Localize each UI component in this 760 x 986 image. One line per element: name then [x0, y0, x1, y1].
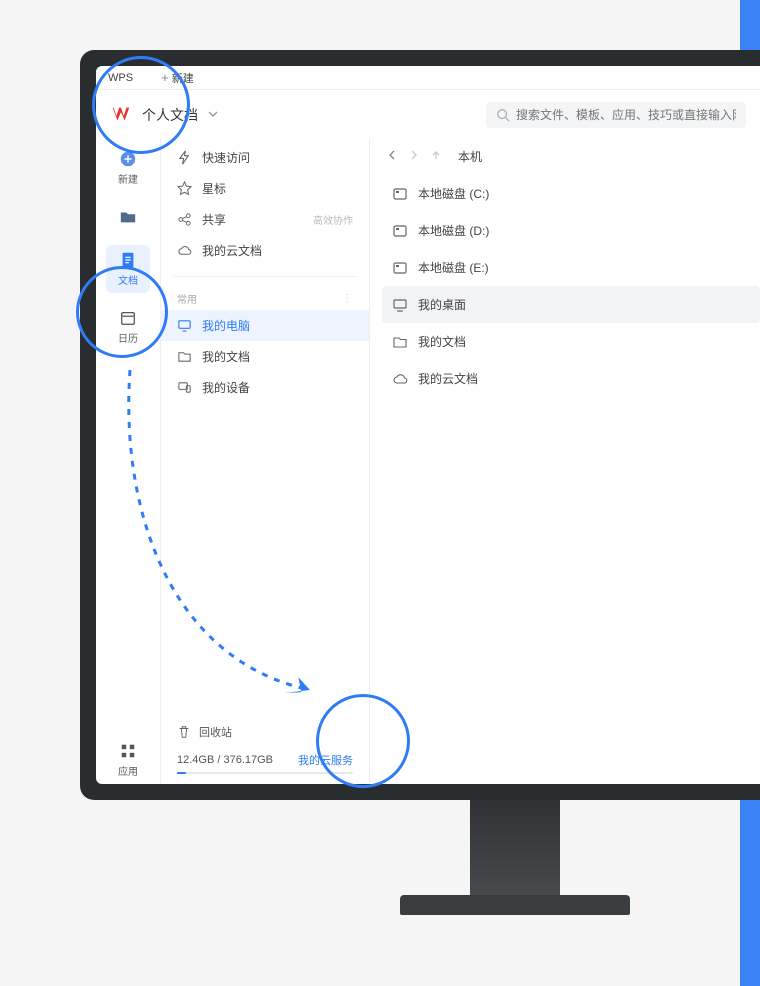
rail-open[interactable]	[106, 202, 150, 235]
file-disk-e[interactable]: 本地磁盘 (E:)	[382, 249, 760, 286]
titlebar: 个人文档	[96, 90, 760, 138]
sidebar-item-label: 共享	[202, 211, 226, 228]
storage-row: 12.4GB / 376.17GB 我的云服务	[177, 746, 353, 768]
file-label: 本地磁盘 (E:)	[418, 259, 489, 276]
main-columns: 新建 文档 日历 应用	[96, 138, 760, 784]
nav-back-icon[interactable]	[386, 149, 398, 164]
cloud-icon	[392, 371, 408, 387]
sidebar-item-label: 星标	[202, 180, 226, 197]
tab-new[interactable]: + 新建	[161, 70, 194, 86]
sidebar-recycle[interactable]: 回收站	[177, 718, 353, 746]
rail-apps-label: 应用	[118, 763, 138, 778]
sidebar-footer: 回收站 12.4GB / 376.17GB 我的云服务	[161, 718, 369, 784]
apps-icon	[119, 742, 137, 760]
sidebar-item-label: 我的设备	[202, 379, 250, 396]
storage-text: 12.4GB / 376.17GB	[177, 754, 273, 766]
rail-new-label: 新建	[118, 171, 138, 186]
sidebar-my-docs[interactable]: 我的文档	[161, 341, 369, 372]
file-label: 本地磁盘 (D:)	[418, 222, 489, 239]
rail-doc[interactable]: 文档	[106, 245, 150, 293]
search-input[interactable]	[516, 108, 736, 122]
share-icon	[177, 212, 192, 227]
folder-icon	[392, 334, 408, 350]
sidebar-item-label: 我的文档	[202, 348, 250, 365]
folder-doc-icon	[177, 349, 192, 364]
chevron-down-icon[interactable]	[208, 106, 218, 124]
monitor-base	[400, 895, 630, 915]
disk-icon	[392, 223, 408, 239]
rail-calendar-label: 日历	[118, 330, 138, 345]
sidebar-share[interactable]: 共享 高效协作	[161, 204, 369, 235]
folder-icon	[119, 208, 137, 226]
star-icon	[177, 181, 192, 196]
sidebar-share-tag: 高效协作	[313, 212, 353, 227]
file-docs[interactable]: 我的文档	[382, 323, 760, 360]
breadcrumb[interactable]: 本机	[458, 148, 482, 165]
calendar-icon	[119, 309, 137, 327]
nav-up-icon[interactable]	[430, 149, 442, 164]
file-label: 我的云文档	[418, 370, 478, 387]
rail-doc-label: 文档	[118, 272, 138, 287]
disk-icon	[392, 260, 408, 276]
sidebar-quick-access[interactable]: 快速访问	[161, 142, 369, 173]
screen: WPS + 新建 个人文档 新建	[96, 66, 760, 784]
nav-forward-icon[interactable]	[408, 149, 420, 164]
bolt-icon	[177, 150, 192, 165]
plus-circle-icon	[119, 150, 137, 168]
sidebar-item-label: 我的电脑	[202, 317, 250, 334]
search-input-wrap[interactable]	[486, 102, 746, 128]
desktop-icon	[392, 297, 408, 313]
sidebar-cloud-docs[interactable]: 我的云文档	[161, 235, 369, 266]
cloud-icon	[177, 243, 192, 258]
tab-strip: WPS + 新建	[96, 66, 760, 90]
page-title: 个人文档	[142, 105, 198, 125]
sidebar-my-pc[interactable]: 我的电脑	[161, 310, 369, 341]
content-pane: 本机 本地磁盘 (C:) 本地磁盘 (D:) 本地磁盘 (E:) 我的桌面	[370, 138, 760, 784]
cloud-service-link[interactable]: 我的云服务	[298, 752, 353, 768]
sidebar: 快速访问 星标 共享 高效协作 我的云文档	[160, 138, 370, 784]
wps-logo-icon	[110, 104, 132, 126]
file-disk-d[interactable]: 本地磁盘 (D:)	[382, 212, 760, 249]
tab-wps[interactable]: WPS	[108, 72, 133, 84]
rail-calendar[interactable]: 日历	[106, 303, 150, 351]
rail-apps[interactable]: 应用	[106, 736, 150, 784]
sidebar-common-heading: 常用 ⋮	[161, 283, 369, 310]
nav-row: 本机	[382, 146, 760, 175]
sidebar-item-label: 快速访问	[202, 149, 250, 166]
sidebar-star[interactable]: 星标	[161, 173, 369, 204]
left-rail: 新建 文档 日历 应用	[96, 138, 160, 784]
file-label: 我的文档	[418, 333, 466, 350]
devices-icon	[177, 380, 192, 395]
disk-icon	[392, 186, 408, 202]
storage-bar	[177, 772, 353, 774]
divider	[173, 276, 357, 277]
sidebar-recycle-label: 回收站	[199, 724, 232, 740]
file-label: 我的桌面	[418, 296, 466, 313]
monitor-bezel: WPS + 新建 个人文档 新建	[80, 50, 760, 800]
file-cloud-docs[interactable]: 我的云文档	[382, 360, 760, 397]
document-icon	[119, 251, 137, 269]
trash-icon	[177, 725, 191, 739]
sidebar-item-label: 我的云文档	[202, 242, 262, 259]
more-icon[interactable]: ⋮	[342, 293, 353, 304]
file-desktop[interactable]: 我的桌面	[382, 286, 760, 323]
sidebar-my-devices[interactable]: 我的设备	[161, 372, 369, 403]
monitor-icon	[177, 318, 192, 333]
file-disk-c[interactable]: 本地磁盘 (C:)	[382, 175, 760, 212]
rail-new[interactable]: 新建	[106, 144, 150, 192]
file-label: 本地磁盘 (C:)	[418, 185, 489, 202]
search-icon	[496, 108, 510, 122]
monitor-stand	[470, 795, 560, 905]
